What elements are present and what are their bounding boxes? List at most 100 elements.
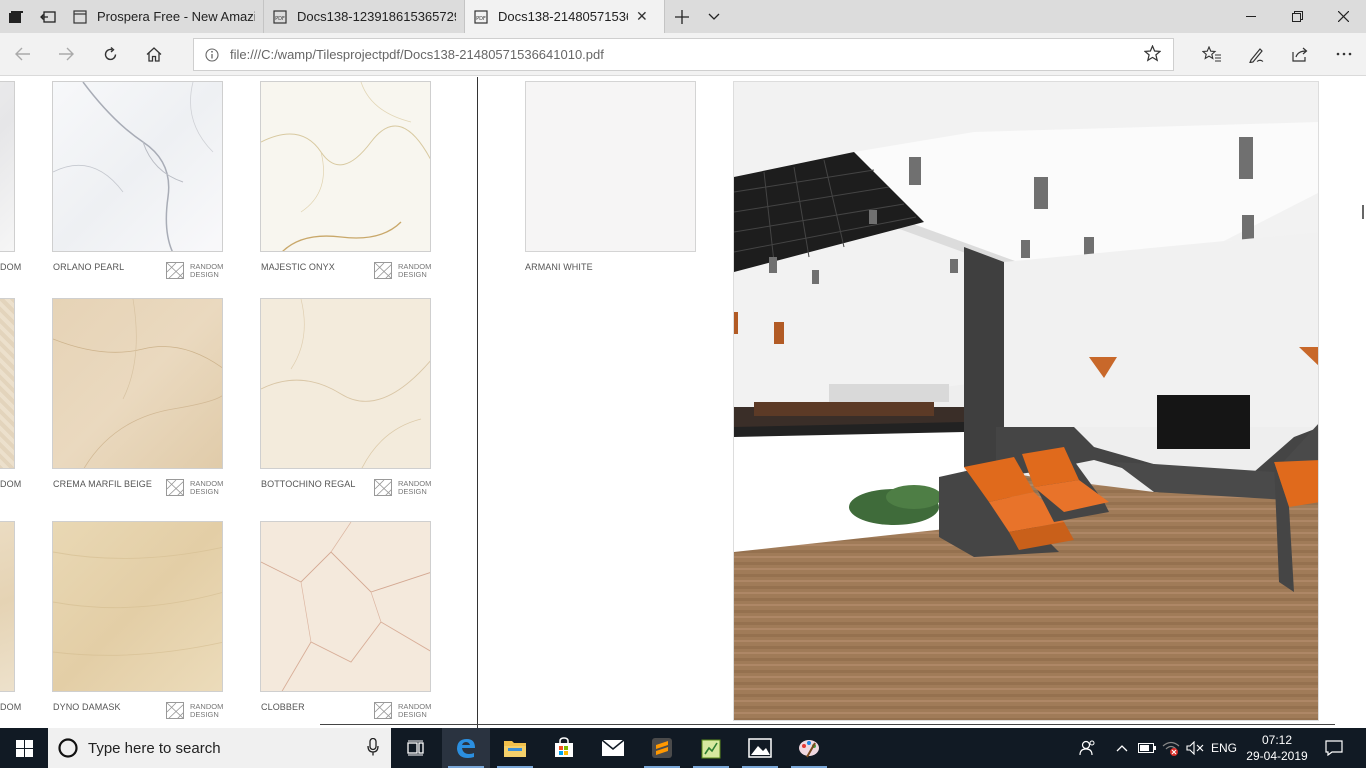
taskbar-mail[interactable]: [589, 728, 637, 768]
search-placeholder: Type here to search: [88, 739, 221, 757]
random-design-badge: RANDOM DESIGN: [374, 702, 431, 719]
svg-text:PDF: PDF: [275, 16, 285, 22]
site-info-icon[interactable]: [194, 47, 230, 62]
tab-actions-button[interactable]: [0, 0, 32, 33]
random-design-badge: RANDOM DESIGN: [166, 479, 223, 496]
paint-palette-icon: [799, 740, 819, 758]
tile-image-majestic-onyx: [260, 81, 431, 252]
random-design-badge: RANDOM DESIGN: [166, 262, 223, 279]
tile-image: [0, 298, 15, 469]
task-view-icon: [407, 740, 424, 756]
tile-label: MAJESTIC ONYX: [261, 262, 335, 272]
tile-image-clobber: [260, 521, 431, 692]
people-button[interactable]: [1075, 728, 1101, 768]
tile-label: DYNO DAMASK: [53, 702, 121, 712]
store-bag-icon: [555, 737, 573, 757]
tab-prospera[interactable]: Prospera Free - New Amazi: [64, 0, 264, 33]
taskbar-edge[interactable]: [442, 728, 490, 768]
random-design-line2: DESIGN: [190, 709, 219, 719]
navigation-bar: file:///C:/wamp/Tilesprojectpdf/Docs138-…: [0, 33, 1366, 76]
favorite-star-icon[interactable]: [1143, 44, 1162, 67]
back-button[interactable]: [3, 39, 43, 69]
page-divider: [477, 77, 478, 728]
taskbar-search-box[interactable]: Type here to search: [48, 728, 391, 768]
close-window-button[interactable]: [1320, 0, 1366, 33]
tile-label: CREMA MARFIL BEIGE: [53, 479, 152, 489]
random-design-icon: [374, 479, 392, 496]
minimize-button[interactable]: [1228, 0, 1274, 33]
tile-image-bottochino-regal: [260, 298, 431, 469]
tile-label: ARMANI WHITE: [525, 262, 593, 272]
room-photo: [733, 81, 1319, 721]
share-button[interactable]: [1280, 39, 1320, 69]
random-design-badge: RANDOM DESIGN: [166, 702, 223, 719]
random-design-line2: DESIGN: [190, 269, 219, 279]
tab-preview-button[interactable]: [699, 0, 729, 33]
taskbar-sublime[interactable]: [638, 728, 686, 768]
browser-tab-bar: Prospera Free - New Amazi PDF Docs138-12…: [0, 0, 1366, 33]
more-dots-icon: [1336, 52, 1352, 56]
arrow-right-icon: [59, 47, 74, 61]
forward-button[interactable]: [46, 39, 86, 69]
svg-text:PDF: PDF: [476, 16, 486, 22]
random-design-line2: DESIGN: [398, 486, 427, 496]
home-button[interactable]: [134, 39, 174, 69]
people-icon: [1079, 740, 1095, 756]
windows-taskbar: Type here to search ENG 07:12 29-04-2019: [0, 728, 1366, 768]
random-design-badge: RANDOM DESIGN: [374, 262, 431, 279]
random-design-line2: DESIGN: [190, 486, 219, 496]
tile-image: [0, 81, 15, 252]
pdf-viewer[interactable]: DOM DOM DOM ORLANO PEARL RANDOM DESIGN MA…: [0, 77, 1366, 728]
restore-button[interactable]: [1274, 0, 1320, 33]
scrollbar-thumb[interactable]: [1362, 205, 1364, 219]
taskbar-store[interactable]: [540, 728, 588, 768]
tab-title: Prospera Free - New Amazi: [97, 9, 255, 24]
sublime-text-icon: [652, 738, 672, 758]
action-center-button[interactable]: [1318, 728, 1350, 768]
photos-icon: [748, 738, 772, 758]
random-design-line2: DESIGN: [398, 269, 427, 279]
microphone-icon[interactable]: [367, 737, 379, 761]
start-button[interactable]: [0, 728, 48, 768]
page-bottom-rule: [320, 724, 1335, 725]
minimize-icon: [1246, 15, 1256, 17]
tab-docs138-2[interactable]: PDF Docs138-21480571536 ✕: [465, 0, 665, 33]
taskbar-file-explorer[interactable]: [491, 728, 539, 768]
favorites-hub-button[interactable]: [1192, 39, 1232, 69]
refresh-button[interactable]: [90, 39, 130, 69]
taskbar-paint[interactable]: [785, 728, 833, 768]
new-tab-button[interactable]: [665, 0, 699, 33]
pdf-icon: PDF: [473, 9, 489, 25]
volume-button[interactable]: [1184, 728, 1206, 768]
battery-icon: [1138, 743, 1156, 753]
chevron-up-icon: [1116, 745, 1128, 752]
plus-icon: [675, 9, 689, 24]
input-language[interactable]: ENG: [1208, 728, 1240, 768]
tile-label-cut: DOM: [0, 702, 22, 712]
taskbar-photos[interactable]: [736, 728, 784, 768]
network-button[interactable]: [1160, 728, 1182, 768]
folder-icon: [504, 741, 526, 757]
battery-button[interactable]: [1136, 728, 1158, 768]
task-view-button[interactable]: [392, 728, 440, 768]
tile-image-crema-marfil-beige: [52, 298, 223, 469]
clock[interactable]: 07:12 29-04-2019: [1244, 732, 1310, 764]
share-icon: [1292, 47, 1308, 62]
more-button[interactable]: [1324, 39, 1364, 69]
tab-docs138-1[interactable]: PDF Docs138-123918615365729: [264, 0, 465, 33]
tile-image-dyno-damask: [52, 521, 223, 692]
favorites-list-icon: [1202, 45, 1221, 62]
cortana-circle-icon: [48, 737, 88, 759]
address-bar[interactable]: file:///C:/wamp/Tilesprojectpdf/Docs138-…: [193, 38, 1174, 71]
close-icon: [1337, 11, 1349, 22]
restore-tabs-button[interactable]: [32, 0, 64, 33]
show-hidden-icons-button[interactable]: [1112, 728, 1132, 768]
close-tab-icon[interactable]: ✕: [636, 8, 648, 25]
tile-label: BOTTOCHINO REGAL: [261, 479, 356, 489]
restore-tabs-icon: [40, 10, 56, 23]
home-icon: [146, 46, 162, 62]
random-design-icon: [374, 262, 392, 279]
taskbar-app-green[interactable]: [687, 728, 735, 768]
tab-title: Docs138-21480571536: [498, 9, 628, 24]
notes-button[interactable]: [1236, 39, 1276, 69]
